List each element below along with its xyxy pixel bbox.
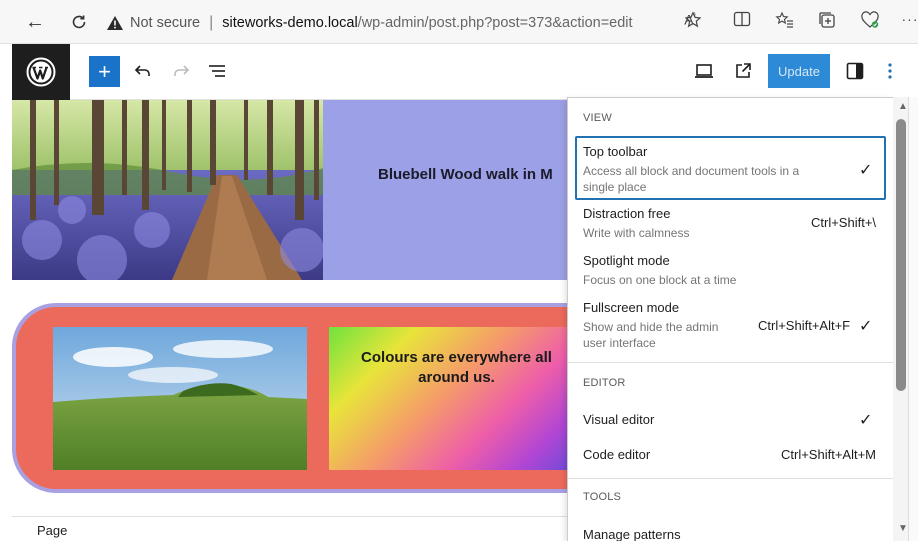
shortcut-text: Ctrl+Shift+\ <box>811 215 877 230</box>
shortcut-text: Ctrl+Shift+Alt+F <box>758 318 851 333</box>
menu-divider <box>568 478 893 479</box>
editor-footer: Page <box>12 516 568 541</box>
menu-item-label: Code editor <box>583 447 651 462</box>
menu-item-desc: Access all block and document tools in a… <box>583 164 800 194</box>
undo-icon[interactable] <box>131 59 155 83</box>
back-icon[interactable]: ← <box>22 9 48 35</box>
hill-landscape-image[interactable] <box>53 327 307 470</box>
update-button[interactable]: Update <box>768 54 830 88</box>
address-separator: | <box>209 14 214 31</box>
menu-item-label: Spotlight mode <box>583 253 670 268</box>
settings-sidebar-icon[interactable] <box>843 59 867 83</box>
menu-item-label: Manage patterns <box>583 527 681 541</box>
menu-item-label: Visual editor <box>583 412 655 427</box>
favorite-icon[interactable] <box>681 11 705 34</box>
menu-item-desc: Write with calmness <box>583 226 690 240</box>
menu-item-label: Fullscreen mode <box>583 300 680 315</box>
warning-icon[interactable] <box>106 15 124 31</box>
shortcut-text: Ctrl+Shift+Alt+M <box>781 447 877 462</box>
options-dropdown: VIEW Top toolbar Access all block and do… <box>567 97 893 541</box>
plus-icon: + <box>98 58 111 84</box>
collections-icon[interactable] <box>815 11 839 34</box>
wordpress-logo[interactable] <box>12 44 70 100</box>
browser-toolbar: ← Not secure | siteworks-demo.local/wp-a… <box>0 0 918 44</box>
section-title-tools: TOOLS <box>583 491 622 503</box>
preview-device-icon[interactable] <box>692 59 716 83</box>
colours-heading[interactable]: Colours are everywhere all around us. <box>344 348 568 388</box>
split-screen-icon[interactable] <box>730 11 754 32</box>
menu-item-label: Distraction free <box>583 206 671 221</box>
check-icon: ✓ <box>859 412 873 429</box>
check-icon: ✓ <box>859 162 873 179</box>
section-title-editor: EDITOR <box>583 377 626 389</box>
window-scrollbar[interactable] <box>908 97 918 541</box>
menu-divider <box>568 362 893 363</box>
section-title-view: VIEW <box>583 112 612 124</box>
menu-item-label: Top toolbar <box>583 144 648 159</box>
scroll-thumb[interactable] <box>896 119 906 391</box>
extensions-icon[interactable] <box>858 11 882 34</box>
security-label[interactable]: Not secure <box>130 15 200 31</box>
url-path[interactable]: /wp-admin/post.php?post=373&action=edit <box>358 15 633 31</box>
scroll-down-arrow-icon[interactable]: ▼ <box>898 523 908 534</box>
cover-block-background[interactable] <box>323 100 568 280</box>
add-block-button[interactable]: + <box>89 56 120 87</box>
scroll-up-arrow-icon[interactable]: ▲ <box>898 101 908 112</box>
breadcrumb[interactable]: Page <box>37 523 67 538</box>
refresh-icon[interactable] <box>66 9 92 35</box>
url-domain[interactable]: siteworks-demo.local <box>222 15 357 31</box>
menu-item-desc: Show and hide the admin user interface <box>583 320 719 350</box>
editor-header: + Update <box>12 44 918 100</box>
bluebell-forest-image[interactable] <box>12 100 323 280</box>
view-post-icon[interactable] <box>731 59 755 83</box>
address-bar[interactable]: Not secure | siteworks-demo.local/wp-adm… <box>106 8 720 38</box>
editor-canvas[interactable]: Bluebell Wood walk in M Colours are ever… <box>12 100 568 516</box>
menu-item-desc: Focus on one block at a time <box>583 273 737 287</box>
options-icon[interactable] <box>878 59 902 83</box>
favorites-list-icon[interactable] <box>773 11 797 34</box>
check-icon: ✓ <box>859 318 873 335</box>
list-view-icon[interactable] <box>205 59 229 83</box>
more-icon[interactable]: ··· <box>898 11 918 27</box>
bluebell-heading[interactable]: Bluebell Wood walk in M <box>378 166 568 183</box>
redo-icon[interactable] <box>169 59 193 83</box>
